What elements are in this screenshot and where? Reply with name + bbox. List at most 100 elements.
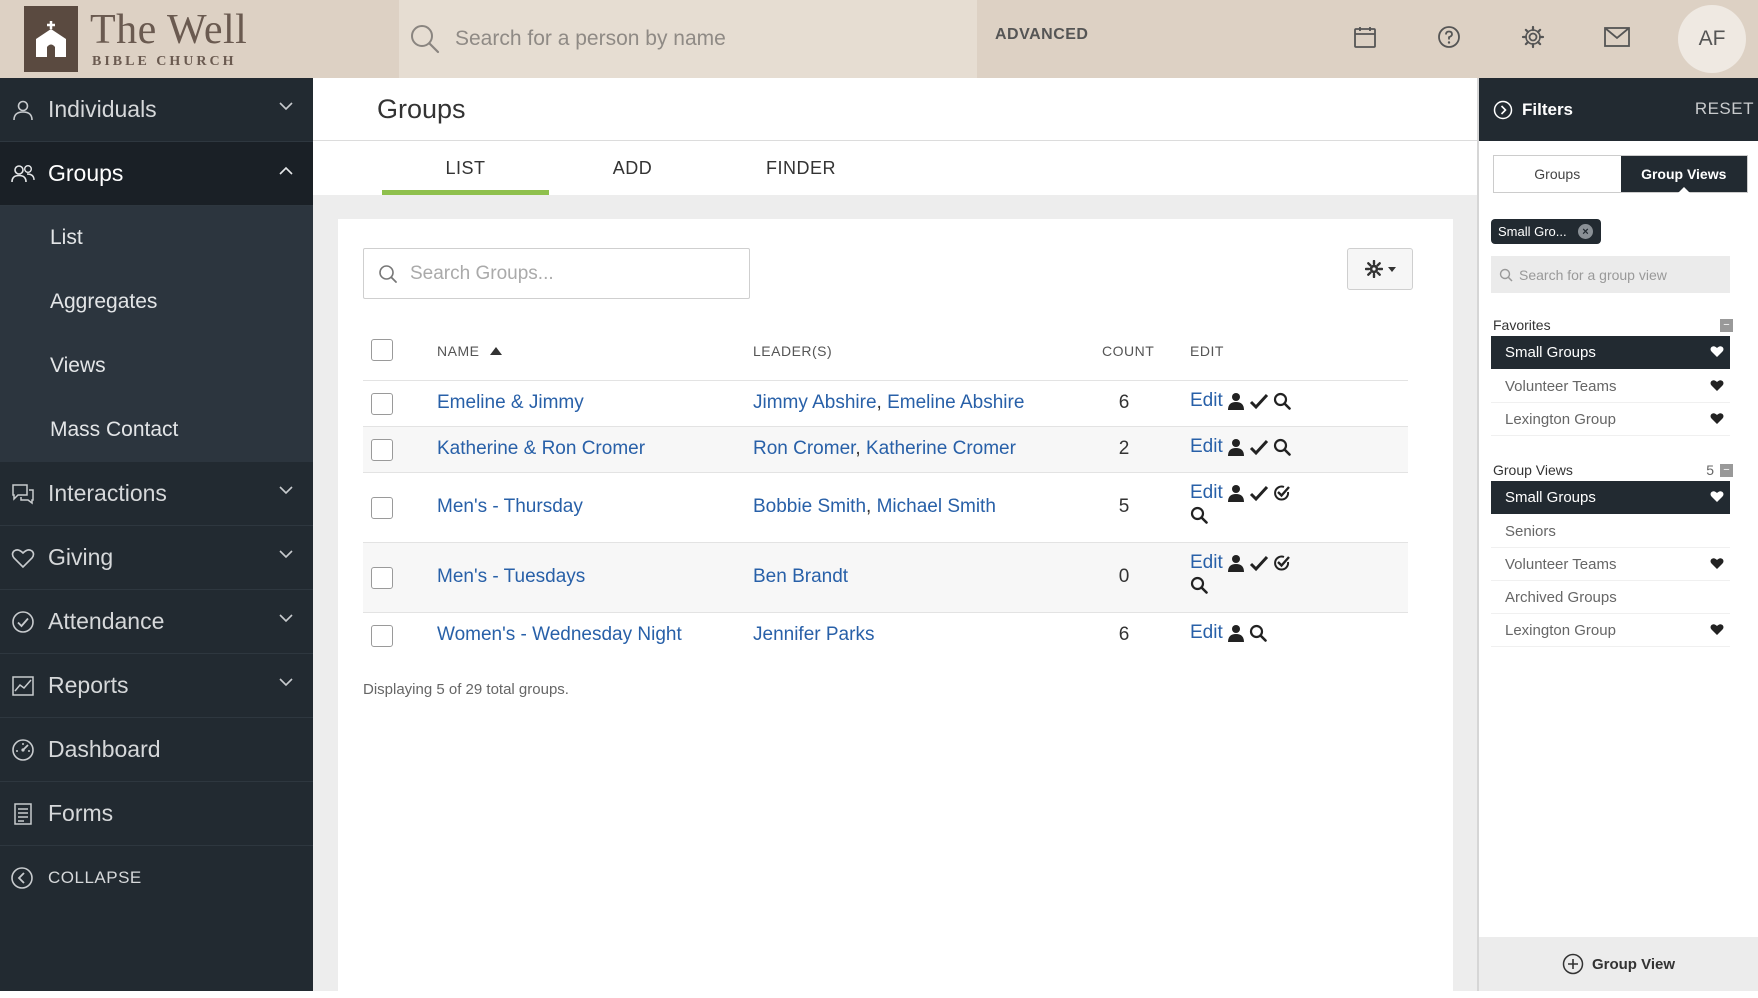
person-icon[interactable] [1227,554,1245,572]
reset-filters-button[interactable]: RESET [1695,99,1754,119]
add-group-view-button[interactable]: Group View [1479,937,1758,991]
collapse-favorites-button[interactable]: − [1720,319,1733,332]
row-checkbox[interactable] [371,439,393,461]
leader-link[interactable]: Bobbie Smith [753,496,866,517]
edit-link[interactable]: Edit [1190,482,1223,504]
mail-icon[interactable] [1600,20,1634,54]
group-name-link[interactable]: Emeline & Jimmy [437,392,584,414]
favorite-view-item[interactable]: Volunteer Teams [1491,370,1730,403]
sidebar-item-attendance[interactable]: Attendance [0,590,313,654]
person-icon[interactable] [1227,438,1245,456]
sort-ascending-icon [489,347,502,355]
row-checkbox[interactable] [371,497,393,519]
magnifier-icon[interactable] [1273,438,1291,456]
leader-link[interactable]: Ron Cromer [753,438,855,459]
heart-icon[interactable] [1710,345,1724,358]
group-name-link[interactable]: Men's - Tuesdays [437,566,585,588]
magnifier-icon[interactable] [1190,576,1208,594]
favorite-view-item[interactable]: Lexington Group [1491,403,1730,436]
sidebar-item-forms[interactable]: Forms [0,782,313,846]
tab-finder[interactable]: FINDER [716,141,886,195]
heart-icon [10,545,36,571]
column-header-name[interactable]: NAME [437,343,502,359]
sidebar-subitem-list[interactable]: List [0,206,313,270]
edit-link[interactable]: Edit [1190,436,1223,458]
leader-link[interactable]: Michael Smith [877,496,996,517]
group-view-search-input[interactable]: Search for a group view [1491,256,1730,293]
favorite-view-item[interactable]: Small Groups [1491,336,1730,369]
group-name-link[interactable]: Men's - Thursday [437,496,583,518]
search-icon [378,264,398,284]
row-checkbox[interactable] [371,567,393,589]
leader-link[interactable]: Ben Brandt [753,566,848,587]
top-bar: The Well BIBLE CHURCH Search for a perso… [0,0,1758,78]
edit-link[interactable]: Edit [1190,622,1223,644]
heart-icon[interactable] [1710,623,1724,636]
collapse-group-views-button[interactable]: − [1720,464,1733,477]
column-header-leaders[interactable]: LEADER(S) [753,343,832,359]
select-all-checkbox[interactable] [371,339,393,361]
group-views-section-title: Group Views 5 − [1493,462,1733,478]
sidebar-subitem-mass-contact[interactable]: Mass Contact [0,398,313,462]
check-circle-icon[interactable] [1273,484,1291,502]
group-view-item[interactable]: Volunteer Teams [1491,548,1730,581]
person-icon[interactable] [1227,484,1245,502]
heart-icon[interactable] [1710,490,1724,503]
column-header-count[interactable]: COUNT [1102,343,1154,359]
group-search-input[interactable]: Search Groups... [363,248,750,299]
row-checkbox[interactable] [371,625,393,647]
tab-list[interactable]: LIST [382,141,549,195]
group-view-item[interactable]: Small Groups [1491,481,1730,514]
calendar-icon[interactable] [1348,20,1382,54]
chevron-right-circle-icon[interactable] [1493,100,1513,120]
sidebar-item-groups[interactable]: Groups [0,142,313,206]
checkmark-icon[interactable] [1249,392,1269,410]
checkmark-icon[interactable] [1249,438,1269,456]
leader-link[interactable]: Jennifer Parks [753,624,874,645]
check-circle-icon[interactable] [1273,554,1291,572]
advanced-search-link[interactable]: ADVANCED [995,26,1088,44]
sidebar-item-dashboard[interactable]: Dashboard [0,718,313,782]
checkmark-icon[interactable] [1249,484,1269,502]
brand[interactable]: The Well BIBLE CHURCH [0,0,399,78]
sidebar-subitem-views[interactable]: Views [0,334,313,398]
segment-group-views[interactable]: Group Views [1620,156,1747,193]
sidebar-item-label: Forms [48,800,114,826]
group-view-item[interactable]: Lexington Group [1491,614,1730,647]
person-icon[interactable] [1227,624,1245,642]
sidebar-item-label: Giving [48,544,114,570]
heart-icon[interactable] [1710,557,1724,570]
group-view-item[interactable]: Seniors [1491,515,1730,548]
person-search-input[interactable]: Search for a person by name [399,0,977,78]
segment-groups[interactable]: Groups [1494,156,1621,192]
settings-dropdown-button[interactable] [1347,248,1413,290]
magnifier-icon[interactable] [1249,624,1267,642]
person-icon[interactable] [1227,392,1245,410]
group-view-item[interactable]: Archived Groups [1491,581,1730,614]
help-icon[interactable] [1432,20,1466,54]
collapse-sidebar-button[interactable]: COLLAPSE [0,846,313,910]
checkmark-icon[interactable] [1249,554,1269,572]
row-checkbox[interactable] [371,393,393,415]
remove-chip-icon[interactable]: × [1578,224,1593,239]
edit-link[interactable]: Edit [1190,390,1223,412]
magnifier-icon[interactable] [1273,392,1291,410]
tab-add[interactable]: ADD [549,141,716,195]
leader-link[interactable]: Katherine Cromer [866,438,1016,459]
sidebar-subitem-aggregates[interactable]: Aggregates [0,270,313,334]
sidebar-item-interactions[interactable]: Interactions [0,462,313,526]
sidebar-item-reports[interactable]: Reports [0,654,313,718]
gear-icon[interactable] [1516,20,1550,54]
group-name-link[interactable]: Women's - Wednesday Night [437,624,682,646]
sidebar-item-giving[interactable]: Giving [0,526,313,590]
heart-icon[interactable] [1710,379,1724,392]
magnifier-icon[interactable] [1190,506,1208,524]
check-circle-icon [10,609,36,635]
group-name-link[interactable]: Katherine & Ron Cromer [437,438,645,460]
heart-icon[interactable] [1710,412,1724,425]
leader-link[interactable]: Emeline Abshire [887,392,1024,413]
edit-link[interactable]: Edit [1190,552,1223,574]
leader-link[interactable]: Jimmy Abshire [753,392,877,413]
sidebar-item-individuals[interactable]: Individuals [0,78,313,142]
user-avatar[interactable]: AF [1678,5,1746,73]
